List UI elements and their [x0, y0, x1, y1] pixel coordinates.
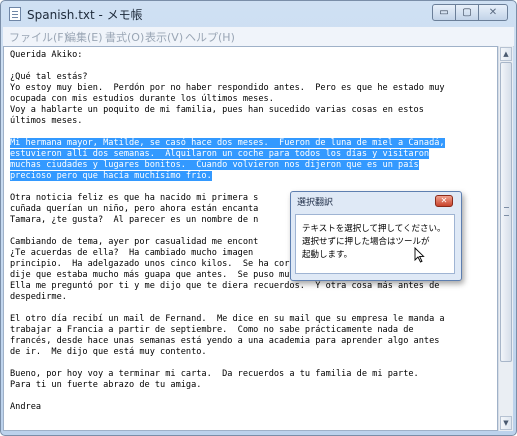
menu-view[interactable]: 表示(V) — [145, 29, 183, 45]
window-title: Spanish.txt - メモ帳 — [27, 8, 143, 22]
menu-file[interactable]: ファイル(F) — [9, 29, 68, 45]
text-line: trabajar a Francia a partir de septiembr… — [10, 325, 414, 336]
text-line: Yo estoy muy bien. Perdón por no haber r… — [10, 83, 445, 94]
text-segment: Tamara, ¿te gusta? Al parecer es un nomb… — [10, 215, 259, 225]
text-segment: Ella me preguntó por ti y me dijo que te… — [10, 281, 440, 291]
text-line: despedirme. — [10, 292, 67, 303]
menu-help[interactable]: ヘルプ(H) — [185, 29, 235, 45]
popup-message-line: 選択せずに押した場合はツールが — [302, 237, 430, 247]
popup-message-box: テキストを選択して押してください。 選択せずに押した場合はツールが 起動します。 — [295, 214, 455, 274]
text-segment: ocupada con mis estudios durante los últ… — [10, 94, 274, 104]
text-segment: El otro día recibí un mail de Fernand. M… — [10, 314, 445, 324]
text-line: muchas ciudades y lugares bonitos. Cuand… — [10, 160, 419, 171]
mouse-cursor-icon — [414, 247, 425, 263]
vertical-scrollbar[interactable]: ▲ ▼ — [498, 46, 513, 431]
text-line: francés, desde hace unas semanas está ye… — [10, 336, 439, 347]
title-bar[interactable]: Spanish.txt - メモ帳 ▭ ▢ ✕ — [1, 1, 516, 27]
scroll-up-arrow[interactable]: ▲ — [500, 47, 512, 61]
scroll-thumb[interactable] — [500, 62, 512, 362]
close-button[interactable]: ✕ — [478, 4, 508, 21]
selected-text-segment: estuvieron allí dos semanas. Alquilaron … — [10, 149, 430, 159]
text-segment: cuñada querían un niño, pero ahora están… — [10, 204, 259, 214]
text-segment: últimos meses. — [10, 116, 83, 126]
text-line: últimos meses. — [10, 116, 82, 127]
text-segment: trabajar a Francia a partir de septiembr… — [10, 325, 414, 335]
text-line: de ir. Me dijo que está muy contento. — [10, 347, 207, 358]
text-segment: Cambiando de tema, ayer por casualidad m… — [10, 237, 259, 247]
text-line: Mi hermana mayor, Matilde, se casó hace … — [10, 138, 445, 149]
selected-text-segment: Mi hermana mayor, Matilde, se casó hace … — [10, 138, 445, 148]
popup-message-line: 起動します。 — [302, 250, 353, 260]
text-segment: Voy a hablarte un poquito de mi familia,… — [10, 105, 424, 115]
text-segment: despedirme. — [10, 292, 67, 302]
menu-bar: ファイル(F) 編集(E) 書式(O) 表示(V) ヘルプ(H) — [3, 27, 514, 47]
text-line: Bueno, por hoy voy a terminar mi carta. … — [10, 369, 419, 380]
text-line: Andrea — [10, 402, 41, 413]
text-line: Querida Akiko: — [10, 50, 82, 61]
selected-text-segment: precioso pero que hacía muchísimo frío. — [10, 171, 212, 181]
text-line: Para ti un fuerte abrazo de tu amiga. — [10, 380, 201, 391]
text-segment: Otra noticia feliz es que ha nacido mi p… — [10, 193, 259, 203]
text-segment: Yo estoy muy bien. Perdón por no haber r… — [10, 83, 445, 93]
text-segment: ¿Te acuerdas de ella? Ha cambiado mucho … — [10, 248, 254, 258]
text-segment: Para ti un fuerte abrazo de tu amiga. — [10, 380, 202, 390]
notepad-icon — [9, 7, 21, 21]
text-segment: Bueno, por hoy voy a terminar mi carta. … — [10, 369, 419, 379]
text-line: El otro día recibí un mail de Fernand. M… — [10, 314, 445, 325]
menu-edit[interactable]: 編集(E) — [65, 29, 103, 45]
text-line: ¿Qué tal estás? — [10, 72, 88, 83]
maximize-button[interactable]: ▢ — [455, 4, 479, 21]
selected-text-segment: muchas ciudades y lugares bonitos. Cuand… — [10, 160, 419, 170]
text-line: Ella me preguntó por ti y me dijo que te… — [10, 281, 439, 292]
grip-icon — [504, 207, 509, 216]
text-segment: Querida Akiko: — [10, 50, 83, 60]
text-line: estuvieron allí dos semanas. Alquilaron … — [10, 149, 430, 160]
minimize-button[interactable]: ▭ — [432, 4, 456, 21]
text-line: Voy a hablarte un poquito de mi familia,… — [10, 105, 424, 116]
popup-title: 選択翻訳 — [297, 198, 334, 208]
translate-popup: 選択翻訳 ✕ テキストを選択して押してください。 選択せずに押した場合はツールが… — [290, 191, 462, 281]
popup-close-button[interactable]: ✕ — [435, 195, 453, 207]
text-segment: francés, desde hace unas semanas está ye… — [10, 336, 440, 346]
popup-message-line: テキストを選択して押してください。 — [302, 224, 446, 234]
scroll-down-arrow[interactable]: ▼ — [500, 416, 512, 430]
text-line: ocupada con mis estudios durante los últ… — [10, 94, 274, 105]
text-segment: de ir. Me dijo que está muy contento. — [10, 347, 207, 357]
text-segment: ¿Qué tal estás? — [10, 72, 88, 82]
text-segment: Andrea — [10, 402, 42, 412]
text-line: precioso pero que hacía muchísimo frío. — [10, 171, 212, 182]
menu-format[interactable]: 書式(O) — [105, 29, 144, 45]
